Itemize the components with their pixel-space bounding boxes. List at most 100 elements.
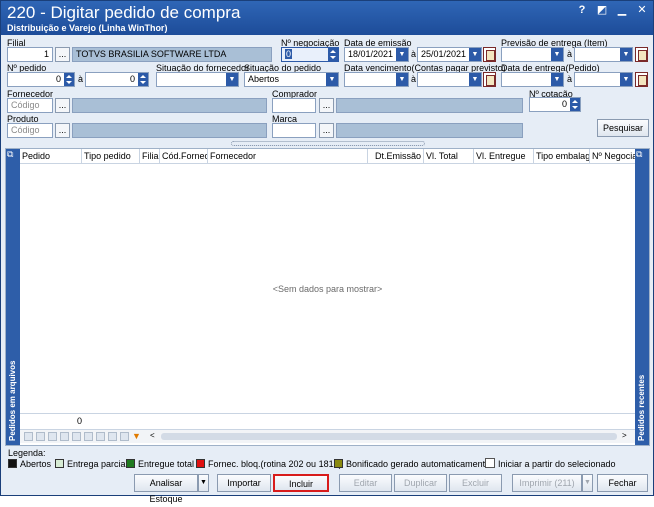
grid-footer: 0: [20, 413, 635, 427]
filial-code-input[interactable]: 1: [7, 47, 53, 62]
negociacao-input[interactable]: 0: [281, 47, 339, 62]
pin-icon[interactable]: ⧉: [7, 149, 19, 161]
calendar-icon[interactable]: [483, 72, 496, 87]
filter-icon[interactable]: ▼: [132, 431, 142, 442]
analisar-dropdown-icon[interactable]: ▼: [198, 474, 209, 492]
col-filial[interactable]: Filial: [140, 149, 160, 164]
chevron-down-icon[interactable]: ▼: [396, 73, 408, 86]
fornecedor-name-display: [72, 98, 267, 113]
restore-icon[interactable]: ◩: [595, 4, 609, 17]
chevron-down-icon[interactable]: ▼: [326, 73, 338, 86]
iniciar-checkbox[interactable]: [485, 458, 495, 468]
splitter-handle[interactable]: [231, 141, 425, 146]
chevron-down-icon[interactable]: ▼: [469, 48, 481, 61]
previsao-to-input[interactable]: ▼: [574, 47, 633, 62]
col-dt-emissao-label: Dt.Emissão: [374, 151, 421, 161]
pedido-from-input[interactable]: 0: [7, 72, 75, 87]
marca-code-input[interactable]: [272, 123, 316, 138]
col-pedido[interactable]: Pedido: [20, 149, 82, 164]
imprimir-button[interactable]: Imprimir (211): [512, 474, 582, 492]
calendar-icon[interactable]: [635, 47, 648, 62]
editar-button[interactable]: Editar: [339, 474, 392, 492]
incluir-button[interactable]: Incluir: [273, 474, 329, 492]
insert-record-icon[interactable]: [96, 432, 105, 441]
window-subtitle: Distribuição e Varejo (Linha WinThor): [7, 23, 168, 33]
col-negociacao[interactable]: Nº Negociação: [590, 149, 635, 164]
col-tipo-embalagem[interactable]: Tipo embalagem: [534, 149, 590, 164]
col-vl-total[interactable]: Vl. Total: [424, 149, 474, 164]
next-page-icon[interactable]: [72, 432, 81, 441]
col-fornecedor[interactable]: Fornecedor: [208, 149, 368, 164]
situacao-pedido-select[interactable]: Abertos ▼: [244, 72, 339, 87]
pedido-to-spinner[interactable]: [138, 73, 148, 86]
prev-record-icon[interactable]: [48, 432, 57, 441]
excluir-button[interactable]: Excluir: [449, 474, 502, 492]
emissao-from-input[interactable]: 18/01/2021 ▼: [344, 47, 409, 62]
previsao-from-input[interactable]: ▼: [501, 47, 564, 62]
entrega-to-input[interactable]: ▼: [574, 72, 633, 87]
col-tipo-pedido[interactable]: Tipo pedido: [82, 149, 140, 164]
left-rail-label: Pedidos em arquivos: [8, 360, 17, 441]
prev-page-icon[interactable]: [36, 432, 45, 441]
analisar-estoque-button[interactable]: Analisar Estoque: [134, 474, 198, 504]
importar-button[interactable]: Importar: [217, 474, 271, 492]
produto-code-input[interactable]: Código: [7, 123, 53, 138]
calendar-icon[interactable]: [635, 72, 648, 87]
col-dt-emissao[interactable]: Dt.Emissão: [368, 149, 424, 164]
marca-lookup-button[interactable]: ...: [319, 123, 334, 138]
emissao-from-value: 18/01/2021: [348, 49, 394, 59]
col-vl-entregue[interactable]: Vl. Entregue: [474, 149, 534, 164]
legend-swatch-bloq: [196, 459, 205, 468]
pedido-to-value: 0: [129, 74, 135, 84]
col-cod-fornec[interactable]: Cód.Fornec.: [160, 149, 208, 164]
fechar-button[interactable]: Fechar: [597, 474, 648, 492]
duplicar-button[interactable]: Duplicar: [394, 474, 447, 492]
fornecedor-code-input[interactable]: Código: [7, 98, 53, 113]
chevron-down-icon[interactable]: ▼: [226, 73, 238, 86]
chevron-down-icon[interactable]: ▼: [396, 48, 408, 61]
horizontal-scrollbar[interactable]: [161, 433, 617, 440]
comprador-lookup-button[interactable]: ...: [319, 98, 334, 113]
chevron-down-icon[interactable]: ▼: [620, 48, 632, 61]
grid-navigator: ▼ < >: [20, 429, 635, 443]
chevron-down-icon[interactable]: ▼: [551, 48, 563, 61]
close-icon[interactable]: ✕: [635, 4, 649, 17]
cotacao-input[interactable]: 0: [529, 97, 581, 112]
chevron-down-icon[interactable]: ▼: [469, 73, 481, 86]
calendar-icon[interactable]: [483, 47, 496, 62]
entrega-from-input[interactable]: ▼: [501, 72, 564, 87]
chevron-down-icon[interactable]: ▼: [620, 73, 632, 86]
imprimir-dropdown-icon[interactable]: ▼: [582, 474, 593, 492]
next-record-icon[interactable]: [60, 432, 69, 441]
cotacao-spinner[interactable]: [570, 98, 580, 111]
pedido-from-spinner[interactable]: [64, 73, 74, 86]
filial-lookup-button[interactable]: ...: [55, 47, 70, 62]
pesquisar-button[interactable]: Pesquisar: [597, 119, 649, 137]
col-tipo-embalagem-label: Tipo embalagem: [536, 151, 590, 161]
emissao-to-input[interactable]: 25/01/2021 ▼: [417, 47, 482, 62]
right-rail[interactable]: ⧉ Pedidos recentes: [635, 149, 649, 445]
situacao-fornecedor-select[interactable]: ▼: [156, 72, 239, 87]
pin-icon[interactable]: ⧉: [636, 149, 648, 161]
legend-total: Entregue total: [138, 459, 195, 469]
left-rail[interactable]: ⧉ Pedidos em arquivos: [6, 149, 20, 445]
produto-lookup-button[interactable]: ...: [55, 123, 70, 138]
last-page-icon[interactable]: [84, 432, 93, 441]
edit-record-icon[interactable]: [120, 432, 129, 441]
col-fornecedor-label: Fornecedor: [210, 151, 257, 161]
scroll-right-icon[interactable]: >: [622, 431, 632, 442]
col-pedido-label: Pedido: [22, 151, 51, 161]
vencimento-from-input[interactable]: ▼: [344, 72, 409, 87]
pedido-to-input[interactable]: 0: [85, 72, 149, 87]
help-icon[interactable]: ?: [575, 4, 589, 17]
fornecedor-lookup-button[interactable]: ...: [55, 98, 70, 113]
negociacao-spinner[interactable]: [328, 48, 338, 61]
comprador-code-input[interactable]: [272, 98, 316, 113]
delete-record-icon[interactable]: [108, 432, 117, 441]
first-page-icon[interactable]: [24, 432, 33, 441]
scroll-left-icon[interactable]: <: [150, 431, 160, 442]
chevron-down-icon[interactable]: ▼: [551, 73, 563, 86]
vencimento-to-input[interactable]: ▼: [417, 72, 482, 87]
minimize-icon[interactable]: ▁: [615, 4, 629, 17]
orders-grid: ⧉ Pedidos em arquivos ⧉ Pedidos recentes…: [5, 148, 650, 446]
